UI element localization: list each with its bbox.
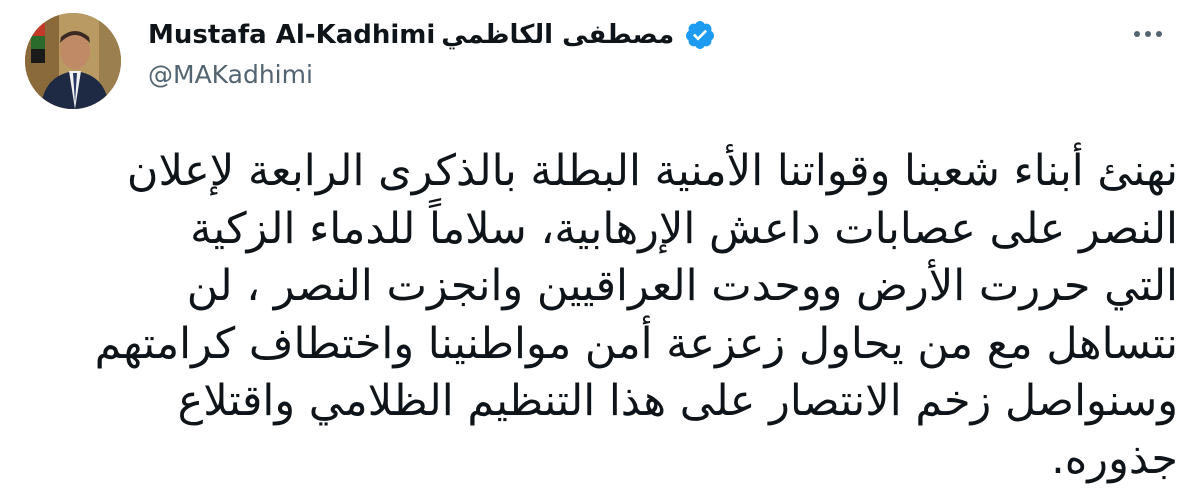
tweet-card: Mustafa Al-Kadhimi مصطفى الكاظمي @MAKadh… — [0, 0, 1200, 489]
tweet-text-line: نتساهل مع من يحاول زعزعة أمن مواطنينا وا… — [94, 318, 1178, 369]
tweet-text-line: وسنواصل زخم الانتصار على هذا التنظيم الظ… — [177, 376, 1178, 427]
tweet-text-line: التي حررت الأرض ووحدت العراقيين وانجزت ا… — [186, 261, 1178, 312]
verified-badge-icon — [684, 19, 716, 51]
author-name-arabic[interactable]: مصطفى الكاظمي — [441, 20, 674, 50]
more-options-icon — [1134, 31, 1162, 37]
profile-photo — [25, 13, 121, 109]
more-options-button[interactable] — [1128, 18, 1168, 50]
avatar[interactable] — [25, 13, 121, 109]
tweet-text-line: جذوره. — [1051, 433, 1178, 484]
author-handle[interactable]: @MAKadhimi — [148, 60, 313, 89]
tweet-text-line: النصر على عصابات داعش الإرهابية، سلاماً … — [190, 203, 1178, 254]
author-name-latin[interactable]: Mustafa Al-Kadhimi — [148, 20, 435, 50]
tweet-text-line: نهنئ أبناء شعبنا وقواتنا الأمنية البطلة … — [126, 146, 1178, 196]
tweet-text: نهنئ أبناء شعبنا وقواتنا الأمنية البطلة … — [18, 143, 1178, 489]
author-name-row: Mustafa Al-Kadhimi مصطفى الكاظمي — [148, 18, 716, 52]
